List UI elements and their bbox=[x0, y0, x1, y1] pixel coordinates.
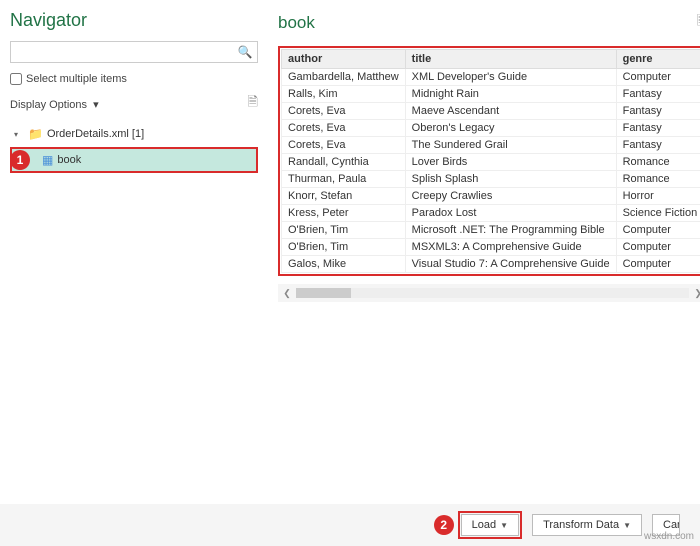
load-button-frame: 2 Load▼ bbox=[458, 511, 522, 539]
table-row[interactable]: O'Brien, TimMSXML3: A Comprehensive Guid… bbox=[282, 239, 700, 256]
table-cell: Corets, Eva bbox=[282, 137, 406, 154]
display-options-row: Display Options ▾ 🗎 bbox=[10, 93, 258, 115]
tree-item-root[interactable]: ▾ 📁 OrderDetails.xml [1] bbox=[10, 123, 258, 145]
preview-table-frame: author title genre Gambardella, MatthewX… bbox=[278, 46, 700, 276]
scroll-left-icon[interactable]: ❮ bbox=[278, 288, 296, 299]
table-cell: Corets, Eva bbox=[282, 120, 406, 137]
table-row[interactable]: Kress, PeterParadox LostScience Fiction bbox=[282, 205, 700, 222]
table-cell: XML Developer's Guide bbox=[405, 69, 616, 86]
watermark: wsxdn.com bbox=[644, 531, 694, 542]
horizontal-scrollbar[interactable]: ❮ ❯ bbox=[278, 284, 700, 302]
table-cell: Maeve Ascendant bbox=[405, 103, 616, 120]
table-row[interactable]: Randall, CynthiaLover BirdsRomance bbox=[282, 154, 700, 171]
tree-item-book[interactable]: 1 ▦ book bbox=[10, 147, 258, 173]
table-row[interactable]: Knorr, StefanCreepy CrawliesHorror bbox=[282, 188, 700, 205]
search-input[interactable] bbox=[11, 42, 233, 62]
table-cell: Galos, Mike bbox=[282, 256, 406, 273]
table-cell: Computer bbox=[616, 256, 700, 273]
table-row[interactable]: Corets, EvaThe Sundered GrailFantasy bbox=[282, 137, 700, 154]
table-cell: O'Brien, Tim bbox=[282, 239, 406, 256]
table-cell: Gambardella, Matthew bbox=[282, 69, 406, 86]
table-cell: Splish Splash bbox=[405, 171, 616, 188]
col-author[interactable]: author bbox=[282, 50, 406, 69]
multi-select-row[interactable]: Select multiple items bbox=[10, 73, 258, 85]
table-cell: Romance bbox=[616, 154, 700, 171]
table-cell: Fantasy bbox=[616, 103, 700, 120]
footer-bar: 2 Load▼ Transform Data▼ Can bbox=[0, 504, 700, 546]
load-button[interactable]: Load▼ bbox=[461, 514, 519, 536]
table-row[interactable]: Ralls, KimMidnight RainFantasy bbox=[282, 86, 700, 103]
scroll-right-icon[interactable]: ❯ bbox=[689, 288, 700, 299]
display-options-dropdown[interactable]: Display Options ▾ bbox=[10, 98, 99, 111]
table-cell: The Sundered Grail bbox=[405, 137, 616, 154]
table-cell: Kress, Peter bbox=[282, 205, 406, 222]
scroll-track[interactable] bbox=[296, 288, 689, 298]
table-cell: Computer bbox=[616, 222, 700, 239]
callout-1: 1 bbox=[10, 150, 30, 170]
table-cell: Computer bbox=[616, 69, 700, 86]
table-cell: MSXML3: A Comprehensive Guide bbox=[405, 239, 616, 256]
table-row[interactable]: Gambardella, MatthewXML Developer's Guid… bbox=[282, 69, 700, 86]
table-cell: Thurman, Paula bbox=[282, 171, 406, 188]
page-icon[interactable]: 🗎 bbox=[248, 93, 258, 115]
tree-expand-icon[interactable]: ▾ bbox=[14, 130, 24, 139]
chevron-down-icon[interactable]: ▼ bbox=[623, 521, 631, 530]
table-cell: O'Brien, Tim bbox=[282, 222, 406, 239]
table-row[interactable]: Corets, EvaOberon's LegacyFantasy bbox=[282, 120, 700, 137]
transform-data-button[interactable]: Transform Data▼ bbox=[532, 514, 642, 536]
table-cell: Fantasy bbox=[616, 120, 700, 137]
table-cell: Romance bbox=[616, 171, 700, 188]
table-cell: Randall, Cynthia bbox=[282, 154, 406, 171]
table-cell: Lover Birds bbox=[405, 154, 616, 171]
chevron-down-icon[interactable]: ▼ bbox=[500, 521, 508, 530]
preview-pane: book 🗎 author title genre Gambardella, M… bbox=[266, 0, 700, 500]
search-box[interactable]: 🔍 bbox=[10, 41, 258, 63]
table-cell: Ralls, Kim bbox=[282, 86, 406, 103]
tree-root-label: OrderDetails.xml [1] bbox=[47, 128, 144, 140]
table-cell: Visual Studio 7: A Comprehensive Guide bbox=[405, 256, 616, 273]
folder-icon: 📁 bbox=[28, 127, 43, 141]
preview-title: book bbox=[278, 13, 315, 33]
table-row[interactable]: Thurman, PaulaSplish SplashRomance bbox=[282, 171, 700, 188]
multi-select-checkbox[interactable] bbox=[10, 73, 22, 85]
table-row[interactable]: Corets, EvaMaeve AscendantFantasy bbox=[282, 103, 700, 120]
table-row[interactable]: Galos, MikeVisual Studio 7: A Comprehens… bbox=[282, 256, 700, 273]
multi-select-label: Select multiple items bbox=[26, 73, 127, 85]
table-header-row: author title genre bbox=[282, 50, 700, 69]
table-cell: Fantasy bbox=[616, 137, 700, 154]
tree-selected-label: book bbox=[57, 154, 81, 166]
table-row[interactable]: O'Brien, TimMicrosoft .NET: The Programm… bbox=[282, 222, 700, 239]
window-title: Navigator bbox=[10, 10, 258, 31]
table-cell: Horror bbox=[616, 188, 700, 205]
scroll-thumb[interactable] bbox=[296, 288, 351, 298]
table-icon: ▦ bbox=[42, 153, 53, 167]
table-cell: Knorr, Stefan bbox=[282, 188, 406, 205]
table-cell: Paradox Lost bbox=[405, 205, 616, 222]
col-genre[interactable]: genre bbox=[616, 50, 700, 69]
preview-table: author title genre Gambardella, MatthewX… bbox=[281, 49, 700, 273]
search-icon[interactable]: 🔍 bbox=[233, 42, 257, 62]
table-cell: Corets, Eva bbox=[282, 103, 406, 120]
table-cell: Oberon's Legacy bbox=[405, 120, 616, 137]
navigator-pane: Navigator 🔍 Select multiple items Displa… bbox=[0, 0, 266, 500]
table-cell: Fantasy bbox=[616, 86, 700, 103]
table-cell: Science Fiction bbox=[616, 205, 700, 222]
table-cell: Computer bbox=[616, 239, 700, 256]
callout-2: 2 bbox=[434, 515, 454, 535]
tree-view: ▾ 📁 OrderDetails.xml [1] 1 ▦ book bbox=[10, 123, 258, 173]
table-cell: Microsoft .NET: The Programming Bible bbox=[405, 222, 616, 239]
col-title[interactable]: title bbox=[405, 50, 616, 69]
table-cell: Midnight Rain bbox=[405, 86, 616, 103]
table-cell: Creepy Crawlies bbox=[405, 188, 616, 205]
